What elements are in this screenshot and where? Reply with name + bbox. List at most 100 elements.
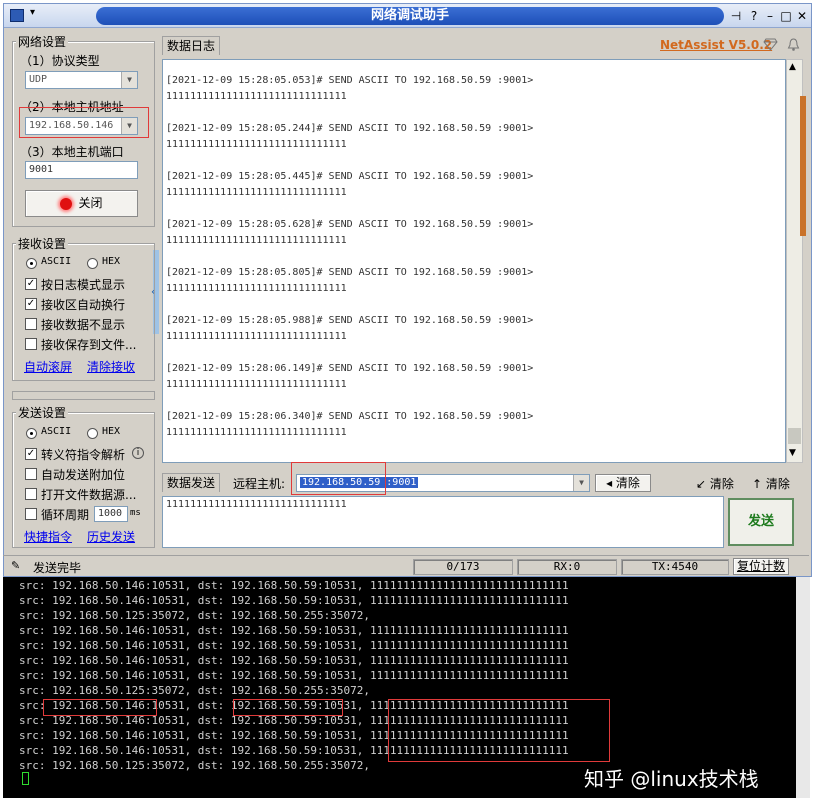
- recv-ascii-radio[interactable]: [26, 258, 37, 269]
- log-entry-header: [2021-12-09 15:28:05.244]# SEND ASCII TO…: [166, 123, 534, 134]
- system-menu-arrow-icon[interactable]: ▾: [30, 7, 35, 18]
- log-entry-data: 111111111111111111111111111111: [166, 91, 347, 102]
- help-icon[interactable]: ?: [746, 8, 762, 24]
- app-icon[interactable]: [10, 9, 24, 22]
- log-entry: [2021-12-09 15:28:05.628]# SEND ASCII TO…: [163, 204, 785, 252]
- log-mode-label: 按日志模式显示: [41, 278, 126, 292]
- send-history-link[interactable]: 历史发送: [87, 528, 135, 545]
- highlight-box: [291, 462, 386, 495]
- save-to-file-checkbox[interactable]: [25, 338, 37, 350]
- escape-parse-checkbox[interactable]: ✓: [25, 448, 37, 460]
- terminal-line: src: 192.168.50.146:10531, dst: 192.168.…: [19, 639, 569, 652]
- clear-send-label: 清除: [709, 477, 734, 491]
- log-entry: [2021-12-09 15:28:05.053]# SEND ASCII TO…: [163, 60, 785, 108]
- terminal-line: src: 192.168.50.146:10531, dst: 192.168.…: [19, 654, 569, 667]
- highlight-box: [388, 699, 610, 762]
- scroll-up-icon[interactable]: ▲: [789, 62, 796, 72]
- recv-hex-radio[interactable]: [87, 258, 98, 269]
- log-entry-data: 111111111111111111111111111111: [166, 427, 347, 438]
- log-entry-header: [2021-12-09 15:28:06.149]# SEND ASCII TO…: [166, 363, 534, 374]
- send-ascii-label: ASCII: [41, 426, 72, 437]
- quick-commands-link[interactable]: 快捷指令: [24, 528, 72, 545]
- close-icon[interactable]: ✕: [794, 8, 810, 24]
- status-count: 0/173: [413, 559, 513, 575]
- local-port-input[interactable]: 9001: [25, 161, 138, 179]
- log-entry: [2021-12-09 15:28:05.805]# SEND ASCII TO…: [163, 252, 785, 300]
- terminal-line: src: 192.168.50.146:10531, dst: 192.168.…: [19, 594, 569, 607]
- tab-data-send[interactable]: 数据发送: [162, 473, 221, 492]
- close-connection-button[interactable]: 关闭: [25, 190, 138, 217]
- escape-parse-label: 转义符指令解析: [41, 448, 126, 462]
- pin-icon[interactable]: ⊣: [728, 8, 744, 24]
- minimize-icon[interactable]: –: [762, 8, 778, 24]
- bell-icon[interactable]: [786, 37, 801, 52]
- diamond-icon[interactable]: [763, 38, 778, 51]
- send-button[interactable]: 发送: [728, 498, 794, 546]
- log-entry: [2021-12-09 15:28:05.445]# SEND ASCII TO…: [163, 156, 785, 204]
- loop-period-input[interactable]: 1000: [94, 506, 128, 522]
- terminal-line: src: 192.168.50.125:35072, dst: 192.168.…: [19, 759, 370, 772]
- send-settings-title: 发送设置: [16, 404, 69, 421]
- file-source-checkbox[interactable]: [25, 488, 37, 500]
- watermark: 知乎 @linux技术栈: [584, 767, 759, 791]
- pen-icon: ✎: [11, 559, 21, 572]
- log-entry-header: [2021-12-09 15:28:06.340]# SEND ASCII TO…: [166, 411, 534, 422]
- chevron-down-icon[interactable]: ▼: [121, 72, 137, 88]
- log-entry-data: 111111111111111111111111111111: [166, 331, 347, 342]
- clear-receive-link[interactable]: 清除接收: [87, 358, 135, 375]
- auto-wrap-checkbox[interactable]: ✓: [25, 298, 37, 310]
- loop-period-unit: ms: [130, 508, 141, 518]
- side-strip: [800, 96, 806, 236]
- highlight-box: [43, 699, 157, 716]
- log-mode-checkbox[interactable]: ✓: [25, 278, 37, 290]
- log-entry: [2021-12-09 15:28:06.149]# SEND ASCII TO…: [163, 348, 785, 396]
- reset-count-button[interactable]: 复位计数: [733, 558, 789, 575]
- terminal-line: src: 192.168.50.125:35072, dst: 192.168.…: [19, 609, 370, 622]
- terminal-cursor: [22, 772, 29, 785]
- chevron-down-icon[interactable]: ▼: [573, 475, 589, 491]
- log-entry-data: 111111111111111111111111111111: [166, 187, 347, 198]
- auto-append-label: 自动发送附加位: [41, 468, 126, 482]
- scroll-thumb[interactable]: [788, 428, 801, 444]
- status-rx: RX:0: [517, 559, 617, 575]
- info-icon[interactable]: i: [132, 447, 144, 459]
- status-light-icon: [60, 197, 73, 210]
- auto-scroll-link[interactable]: 自动滚屏: [24, 358, 72, 375]
- auto-append-checkbox[interactable]: [25, 468, 37, 480]
- send-hex-radio[interactable]: [87, 428, 98, 439]
- tab-data-log[interactable]: 数据日志: [162, 36, 221, 55]
- terminal-line: src: 192.168.50.146:10531, dst: 192.168.…: [19, 624, 569, 637]
- divider: [12, 391, 155, 400]
- title-bar: ▾ 网络调试助手 ⊣ ? – □ ✕: [4, 4, 811, 28]
- maximize-icon[interactable]: □: [778, 8, 794, 24]
- recv-ascii-label: ASCII: [41, 256, 72, 267]
- clear-send-button[interactable]: ↙ 清除: [696, 475, 734, 492]
- status-bar: ✎ 发送完毕 0/173 RX:0 TX:4540 复位计数: [3, 555, 809, 576]
- log-entry-header: [2021-12-09 15:28:05.053]# SEND ASCII TO…: [166, 75, 534, 86]
- return-icon: ↙: [696, 477, 707, 491]
- hide-data-label: 接收数据不显示: [41, 318, 126, 332]
- local-port-label: （3）本地主机端口: [20, 145, 124, 159]
- send-input[interactable]: 111111111111111111111111111111: [162, 496, 724, 548]
- loop-period-checkbox[interactable]: [25, 508, 37, 520]
- log-entry: [2021-12-09 15:28:06.340]# SEND ASCII TO…: [163, 396, 785, 444]
- terminal-scrollbar[interactable]: [796, 577, 810, 798]
- protocol-type-select[interactable]: UDP ▼: [25, 71, 138, 89]
- log-entry: [2021-12-09 15:28:05.988]# SEND ASCII TO…: [163, 300, 785, 348]
- recv-hex-label: HEX: [102, 256, 121, 267]
- network-settings-title: 网络设置: [16, 33, 69, 50]
- scroll-down-icon[interactable]: ▼: [789, 448, 796, 458]
- clear-remote-button[interactable]: ◂ 清除: [595, 474, 651, 492]
- arrow-left-icon: ◂: [606, 476, 613, 490]
- hide-data-checkbox[interactable]: [25, 318, 37, 330]
- log-output[interactable]: [2021-12-09 15:28:05.053]# SEND ASCII TO…: [162, 59, 786, 463]
- brand-link[interactable]: NetAssist V5.0.2: [660, 38, 772, 52]
- close-connection-label: 关闭: [78, 196, 103, 210]
- send-ascii-radio[interactable]: [26, 428, 37, 439]
- remote-host-label: 远程主机:: [233, 477, 286, 491]
- clear-remote-label: 清除: [615, 476, 640, 490]
- log-entry-header: [2021-12-09 15:28:05.445]# SEND ASCII TO…: [166, 171, 534, 182]
- log-entry: [2021-12-09 15:28:05.244]# SEND ASCII TO…: [163, 108, 785, 156]
- clear-all-button[interactable]: ↑ 清除: [752, 475, 790, 492]
- status-tx: TX:4540: [621, 559, 729, 575]
